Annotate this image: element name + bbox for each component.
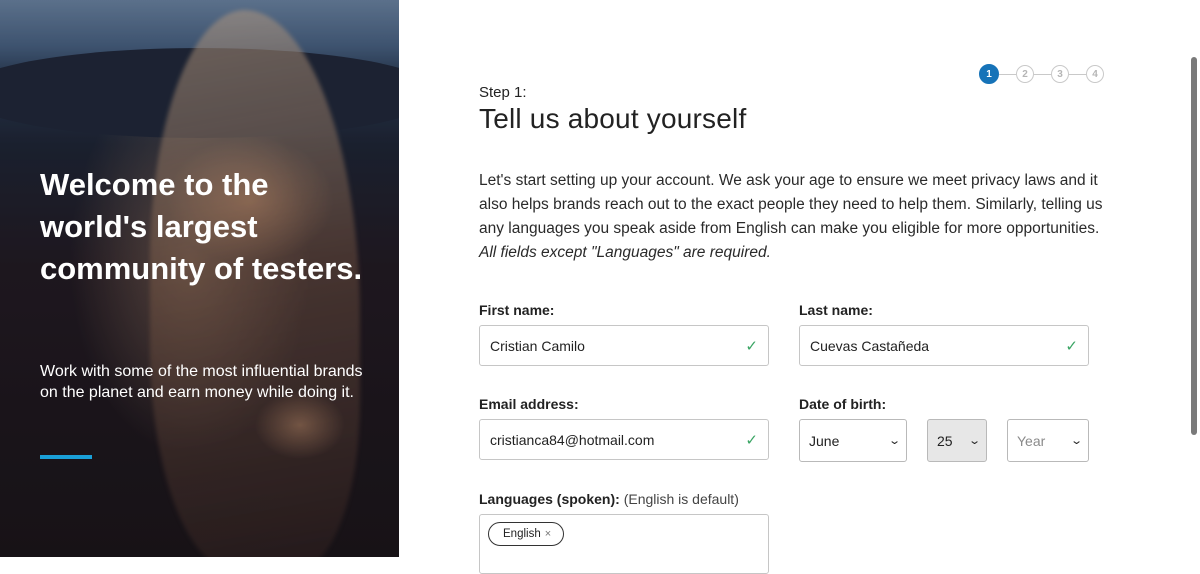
intro-body: Let's start setting up your account. We … bbox=[479, 172, 1103, 237]
dob-year-placeholder: Year bbox=[1017, 432, 1046, 449]
chevron-down-icon: ⌄ bbox=[887, 435, 901, 447]
page-title: Tell us about yourself bbox=[479, 103, 747, 134]
dob-year-select[interactable]: Year ⌄ bbox=[1007, 419, 1089, 462]
check-icon: ✓ bbox=[1065, 337, 1078, 355]
step-connector bbox=[1034, 73, 1051, 75]
step-progress: 1 2 3 4 bbox=[979, 64, 1104, 84]
email-field[interactable]: ✓ bbox=[479, 419, 769, 460]
check-icon: ✓ bbox=[745, 431, 758, 449]
intro-text: Let's start setting up your account. We … bbox=[479, 169, 1104, 265]
step-connector bbox=[1069, 73, 1086, 75]
dob-month-value: June bbox=[809, 432, 840, 449]
step-indicator-4: 4 bbox=[1086, 65, 1104, 83]
first-name-input[interactable] bbox=[490, 337, 740, 354]
last-name-field[interactable]: ✓ bbox=[799, 325, 1089, 366]
last-name-input[interactable] bbox=[810, 337, 1060, 354]
dob-day-value: 25 bbox=[937, 432, 953, 449]
chevron-down-icon: ⌄ bbox=[1069, 435, 1083, 447]
hero-title: Welcome to the world's largest community… bbox=[40, 167, 363, 286]
email-input[interactable] bbox=[490, 431, 740, 448]
close-icon[interactable]: × bbox=[545, 528, 551, 540]
languages-label-text: Languages (spoken): bbox=[479, 491, 620, 507]
step-label: Step 1: bbox=[479, 84, 527, 101]
page-scrollbar[interactable] bbox=[1191, 57, 1197, 435]
first-name-label: First name: bbox=[479, 302, 555, 318]
language-tag[interactable]: English × bbox=[488, 522, 565, 546]
last-name-label: Last name: bbox=[799, 302, 873, 318]
step-indicator-1: 1 bbox=[979, 64, 999, 84]
hero-accent-bar bbox=[40, 455, 92, 459]
step-connector bbox=[999, 73, 1016, 75]
languages-label: Languages (spoken): (English is default) bbox=[479, 491, 739, 507]
hero-subtitle: Work with some of the most influential b… bbox=[40, 363, 363, 401]
check-icon: ✓ bbox=[745, 337, 758, 355]
language-tag-label: English bbox=[503, 528, 541, 540]
languages-input[interactable]: English × bbox=[479, 514, 769, 574]
intro-required-note: All fields except "Languages" are requir… bbox=[479, 244, 771, 261]
languages-note: (English is default) bbox=[623, 491, 739, 507]
dob-day-select[interactable]: 25 ⌄ bbox=[927, 419, 987, 462]
hero-panel: Welcome to the world's largest community… bbox=[0, 0, 399, 557]
step-indicator-2: 2 bbox=[1016, 65, 1034, 83]
step-indicator-3: 3 bbox=[1051, 65, 1069, 83]
first-name-field[interactable]: ✓ bbox=[479, 325, 769, 366]
chevron-down-icon: ⌄ bbox=[967, 435, 981, 447]
dob-month-select[interactable]: June ⌄ bbox=[799, 419, 907, 462]
email-label: Email address: bbox=[479, 396, 579, 412]
dob-label: Date of birth: bbox=[799, 396, 887, 412]
